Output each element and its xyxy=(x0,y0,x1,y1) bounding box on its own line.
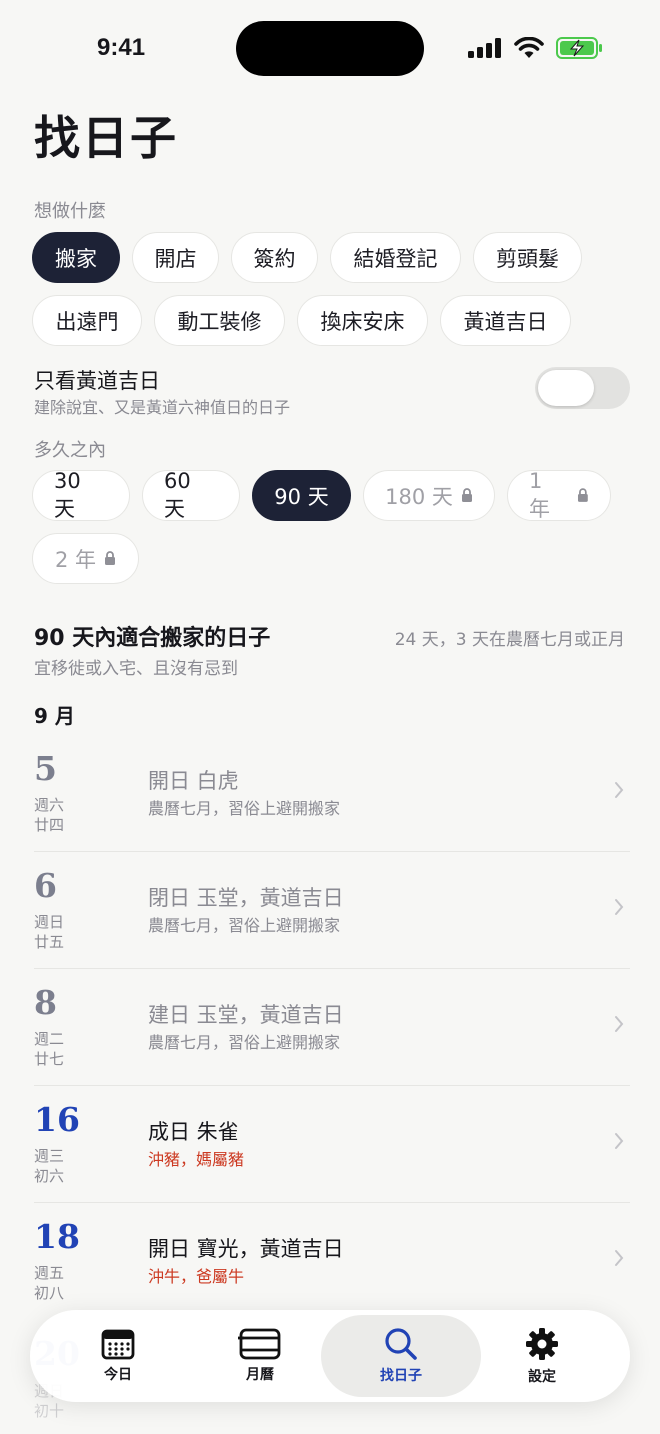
range-chip-label: 1 年 xyxy=(529,468,550,521)
calendar-today-icon xyxy=(101,1329,135,1360)
day-officer-deity: 成日 朱雀 xyxy=(148,1120,239,1144)
day-number: 5 xyxy=(34,749,57,788)
wifi-icon xyxy=(514,37,544,58)
tab-month[interactable]: 月曆 xyxy=(180,1315,340,1397)
range-chip-label: 180 天 xyxy=(385,484,453,509)
range-chip-label: 60 天 xyxy=(164,468,191,521)
results-title: 90 天內適合搬家的日子 xyxy=(34,626,271,651)
status-icons xyxy=(468,36,604,60)
day-lunar-date: 廿五 xyxy=(34,933,65,951)
day-note: 農曆七月，習俗上避開搬家 xyxy=(148,916,341,935)
tab-today[interactable]: 今日 xyxy=(38,1315,198,1397)
day-weekday: 週六 xyxy=(34,796,65,814)
toggle-knob xyxy=(538,370,594,406)
day-row[interactable]: 8 週二 廿七 建日 玉堂，黃道吉日 農曆七月，習俗上避開搬家 xyxy=(34,969,630,1086)
tab-label: 找日子 xyxy=(380,1368,422,1384)
range-1-year[interactable]: 1 年 xyxy=(507,468,611,521)
day-note: 農曆七月，習俗上避開搬家 xyxy=(148,799,341,818)
day-weekday: 週五 xyxy=(34,1264,65,1282)
day-officer-deity: 建日 玉堂，黃道吉日 xyxy=(148,1003,344,1027)
battery-icon xyxy=(556,37,602,59)
day-weekday: 週二 xyxy=(34,1030,65,1048)
chip-open-shop[interactable]: 開店 xyxy=(132,232,219,283)
range-label: 多久之內 xyxy=(34,440,106,461)
chevron-right-icon xyxy=(615,1016,624,1032)
chip-sign-contract[interactable]: 簽約 xyxy=(231,232,318,283)
activity-chips: 搬家 開店 簽約 結婚登記 剪頭髮 出遠門 動工裝修 換床安床 黃道吉日 xyxy=(32,232,592,346)
chip-move-house[interactable]: 搬家 xyxy=(32,232,120,283)
auspicious-filter-title: 只看黃道吉日 xyxy=(34,369,160,393)
day-lunar-date: 廿四 xyxy=(34,816,65,834)
day-number: 8 xyxy=(34,983,57,1022)
day-weekday: 週三 xyxy=(34,1147,65,1165)
day-number: 18 xyxy=(34,1217,80,1256)
day-lunar-date: 初十 xyxy=(34,1402,65,1420)
tab-bar: 今日 月曆 找日子 設定 xyxy=(30,1310,630,1402)
chevron-right-icon xyxy=(615,782,624,798)
dynamic-island xyxy=(236,21,424,76)
range-30-days[interactable]: 30 天 xyxy=(32,468,130,521)
calendar-month-icon xyxy=(238,1328,281,1360)
day-conflict-note: 沖牛，爸屬牛 xyxy=(148,1267,245,1286)
chevron-right-icon xyxy=(615,1133,624,1149)
tab-label: 今日 xyxy=(104,1367,132,1383)
lock-icon xyxy=(578,488,589,502)
tab-find-date[interactable]: 找日子 xyxy=(321,1315,481,1397)
day-row[interactable]: 18 週五 初八 開日 寶光，黃道吉日 沖牛，爸屬牛 xyxy=(34,1203,630,1320)
chevron-right-icon xyxy=(615,899,624,915)
chip-auspicious-day[interactable]: 黃道吉日 xyxy=(440,295,571,346)
range-60-days[interactable]: 60 天 xyxy=(142,468,240,521)
day-list: 5 週六 廿四 開日 白虎 農曆七月，習俗上避開搬家 6 週日 廿五 閉日 玉堂… xyxy=(34,735,630,1320)
range-chip-label: 2 年 xyxy=(54,547,97,572)
signal-icon xyxy=(468,38,501,58)
activity-label: 想做什麼 xyxy=(34,201,106,222)
tab-settings[interactable]: 設定 xyxy=(462,1315,622,1397)
chip-haircut[interactable]: 剪頭髮 xyxy=(473,232,582,283)
results-count: 24 天，3 天在農曆七月或正月 xyxy=(394,630,625,650)
range-chips: 30 天 60 天 90 天 180 天 1 年 2 年 xyxy=(32,468,622,584)
range-2-years[interactable]: 2 年 xyxy=(32,533,139,584)
tab-label: 設定 xyxy=(528,1369,556,1385)
chip-marriage-registration[interactable]: 結婚登記 xyxy=(330,232,461,283)
auspicious-filter-toggle[interactable] xyxy=(535,367,630,409)
range-chip-label: 30 天 xyxy=(54,468,81,521)
day-officer-deity: 開日 白虎 xyxy=(148,769,239,793)
auspicious-filter-subtitle: 建除說宜、又是黃道六神值日的日子 xyxy=(34,398,291,417)
day-number: 6 xyxy=(34,866,57,905)
day-officer-deity: 閉日 玉堂，黃道吉日 xyxy=(148,886,344,910)
results-subtitle: 宜移徙或入宅、且沒有忌到 xyxy=(34,659,238,679)
day-row[interactable]: 16 週三 初六 成日 朱雀 沖豬，媽屬豬 xyxy=(34,1086,630,1203)
day-lunar-date: 初六 xyxy=(34,1167,65,1185)
chevron-right-icon xyxy=(615,1250,624,1266)
status-time: 9:41 xyxy=(97,34,146,61)
day-row[interactable]: 5 週六 廿四 開日 白虎 農曆七月，習俗上避開搬家 xyxy=(34,735,630,852)
range-180-days[interactable]: 180 天 xyxy=(363,470,495,521)
tab-label: 月曆 xyxy=(246,1367,274,1383)
page-title: 找日子 xyxy=(34,111,178,165)
lock-icon xyxy=(105,551,116,565)
day-weekday: 週日 xyxy=(34,913,65,931)
day-note: 農曆七月，習俗上避開搬家 xyxy=(148,1033,341,1052)
lock-icon xyxy=(461,488,472,502)
day-lunar-date: 初八 xyxy=(34,1284,65,1302)
search-icon xyxy=(385,1328,417,1360)
chip-bed-setup[interactable]: 換床安床 xyxy=(297,295,428,346)
day-officer-deity: 開日 寶光，黃道吉日 xyxy=(148,1237,344,1261)
chip-travel[interactable]: 出遠門 xyxy=(32,295,142,346)
chip-renovation[interactable]: 動工裝修 xyxy=(154,295,285,346)
gear-icon xyxy=(526,1328,558,1360)
range-chip-label: 90 天 xyxy=(274,484,329,509)
day-row[interactable]: 6 週日 廿五 閉日 玉堂，黃道吉日 農曆七月，習俗上避開搬家 xyxy=(34,852,630,969)
range-90-days[interactable]: 90 天 xyxy=(252,470,351,521)
day-lunar-date: 廿七 xyxy=(34,1050,65,1068)
month-heading: 9 月 xyxy=(34,704,75,728)
day-conflict-note: 沖豬，媽屬豬 xyxy=(148,1150,245,1169)
day-number: 16 xyxy=(34,1100,80,1139)
